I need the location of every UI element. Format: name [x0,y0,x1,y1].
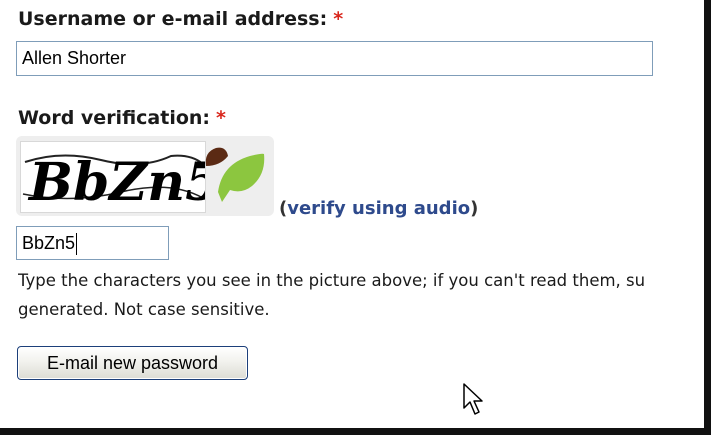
username-label: Username or e-mail address: * [18,8,343,30]
captcha-help-text: Type the characters you see in the pictu… [18,266,708,324]
audio-link-close-paren: ) [470,198,479,219]
audio-link-open-paren: ( [279,198,288,219]
word-verification-label: Word verification: * [18,107,226,129]
username-input[interactable]: Allen Shorter [16,41,653,76]
audio-verification-link-wrapper: (verify using audio) [279,198,478,219]
username-input-value: Allen Shorter [22,48,127,68]
window-edge-bottom [0,428,711,435]
verify-using-audio-link[interactable]: verify using audio [287,198,470,219]
leaf-icon [200,142,270,208]
captcha-text: BbZn5 [27,152,205,212]
captcha-panel: BbZn5 [16,136,274,216]
email-new-password-button[interactable]: E-mail new password [17,346,248,380]
username-label-text: Username or e-mail address: [18,8,328,30]
captcha-help-line-1: Type the characters you see in the pictu… [18,271,646,290]
captcha-help-line-2: generated. Not case sensitive. [18,300,270,319]
captcha-input[interactable]: BbZn5 [16,226,169,260]
required-marker: * [216,107,226,129]
window-edge-right [704,0,711,435]
word-verification-label-text: Word verification: [18,107,211,129]
text-caret [76,233,78,256]
captcha-input-value: BbZn5 [22,233,76,253]
mouse-pointer-icon [462,382,486,418]
required-marker: * [333,8,344,30]
captcha-image: BbZn5 [20,141,221,213]
